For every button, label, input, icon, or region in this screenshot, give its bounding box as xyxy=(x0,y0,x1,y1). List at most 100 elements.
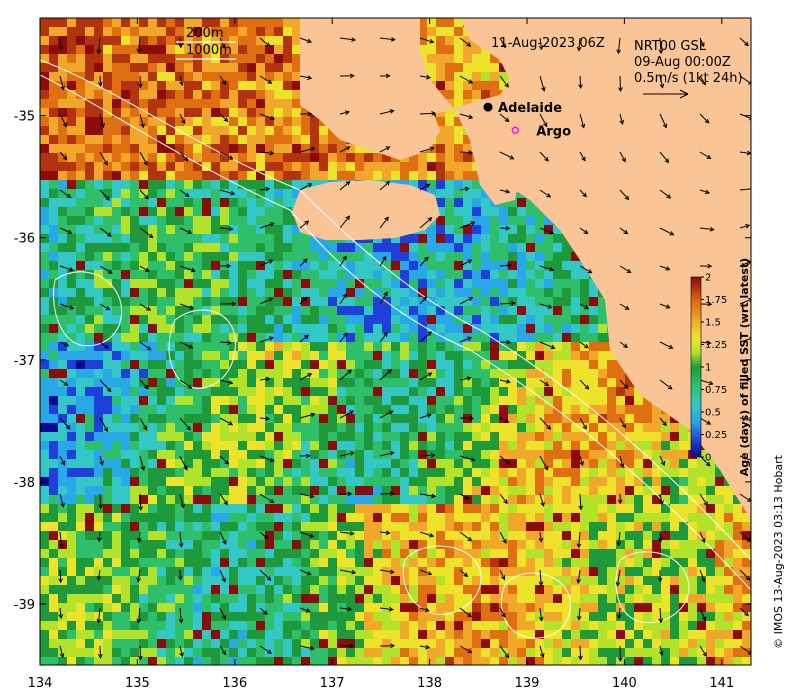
field-cell xyxy=(454,126,464,136)
field-cell xyxy=(337,558,347,568)
field-cell xyxy=(184,324,194,334)
field-cell xyxy=(679,549,689,559)
field-cell xyxy=(112,423,122,433)
field-cell xyxy=(472,81,482,91)
field-cell xyxy=(238,198,248,208)
field-cell xyxy=(130,306,140,316)
field-cell xyxy=(391,261,401,271)
field-cell xyxy=(481,297,491,307)
field-cell xyxy=(364,333,374,343)
field-cell xyxy=(175,270,185,280)
field-cell xyxy=(166,576,176,586)
field-cell xyxy=(238,180,248,190)
field-cell xyxy=(490,396,500,406)
field-cell xyxy=(742,522,751,532)
field-cell xyxy=(67,144,77,154)
field-cell xyxy=(175,351,185,361)
field-cell xyxy=(292,126,302,136)
field-cell xyxy=(562,558,572,568)
field-cell xyxy=(76,378,86,388)
field-cell xyxy=(49,450,59,460)
field-cell xyxy=(463,153,473,163)
field-cell xyxy=(328,405,338,415)
field-cell xyxy=(139,180,149,190)
field-cell xyxy=(112,549,122,559)
field-cell xyxy=(76,576,86,586)
field-cell xyxy=(85,450,95,460)
field-cell xyxy=(40,504,50,514)
field-cell xyxy=(661,477,671,487)
field-cell xyxy=(508,414,518,424)
field-cell xyxy=(517,549,527,559)
field-cell xyxy=(373,369,383,379)
field-cell xyxy=(508,369,518,379)
field-cell xyxy=(319,477,329,487)
field-cell xyxy=(112,18,122,28)
field-cell xyxy=(346,306,356,316)
field-cell xyxy=(292,180,302,190)
field-cell xyxy=(382,279,392,289)
field-cell xyxy=(49,225,59,235)
field-cell xyxy=(121,279,131,289)
field-cell xyxy=(310,171,320,181)
field-cell xyxy=(166,171,176,181)
field-cell xyxy=(508,225,518,235)
field-cell xyxy=(319,558,329,568)
field-cell xyxy=(112,243,122,253)
field-cell xyxy=(391,333,401,343)
field-cell xyxy=(391,162,401,172)
field-cell xyxy=(148,36,158,46)
field-cell xyxy=(76,306,86,316)
field-cell xyxy=(436,414,446,424)
field-cell xyxy=(157,243,167,253)
field-cell xyxy=(112,513,122,523)
field-cell xyxy=(553,396,563,406)
field-cell xyxy=(409,342,419,352)
field-cell xyxy=(256,549,266,559)
field-cell xyxy=(121,54,131,64)
field-cell xyxy=(373,351,383,361)
field-cell xyxy=(49,324,59,334)
field-cell xyxy=(175,99,185,109)
field-cell xyxy=(184,504,194,514)
field-cell xyxy=(400,351,410,361)
field-cell xyxy=(499,315,509,325)
field-cell xyxy=(319,270,329,280)
field-cell xyxy=(283,45,293,55)
field-cell xyxy=(328,468,338,478)
field-cell xyxy=(337,171,347,181)
field-cell xyxy=(373,576,383,586)
field-cell xyxy=(121,432,131,442)
field-cell xyxy=(85,162,95,172)
field-cell xyxy=(571,324,581,334)
field-cell xyxy=(454,396,464,406)
field-cell xyxy=(454,477,464,487)
field-cell xyxy=(76,432,86,442)
field-cell xyxy=(337,324,347,334)
field-cell xyxy=(292,333,302,343)
field-cell xyxy=(256,360,266,370)
field-cell xyxy=(607,459,617,469)
field-cell xyxy=(130,495,140,505)
field-cell xyxy=(517,522,527,532)
field-cell xyxy=(454,63,464,73)
field-cell xyxy=(256,207,266,217)
field-cell xyxy=(508,243,518,253)
field-cell xyxy=(589,351,599,361)
field-cell xyxy=(400,522,410,532)
field-cell xyxy=(526,207,536,217)
field-cell xyxy=(643,504,653,514)
field-cell xyxy=(508,396,518,406)
field-cell xyxy=(94,423,104,433)
field-cell xyxy=(139,396,149,406)
field-cell xyxy=(373,315,383,325)
field-cell xyxy=(490,369,500,379)
field-cell xyxy=(463,279,473,289)
field-cell xyxy=(58,567,68,577)
field-cell xyxy=(328,576,338,586)
field-cell xyxy=(670,450,680,460)
field-cell xyxy=(121,522,131,532)
field-cell xyxy=(553,270,563,280)
field-cell xyxy=(256,315,266,325)
field-cell xyxy=(121,198,131,208)
